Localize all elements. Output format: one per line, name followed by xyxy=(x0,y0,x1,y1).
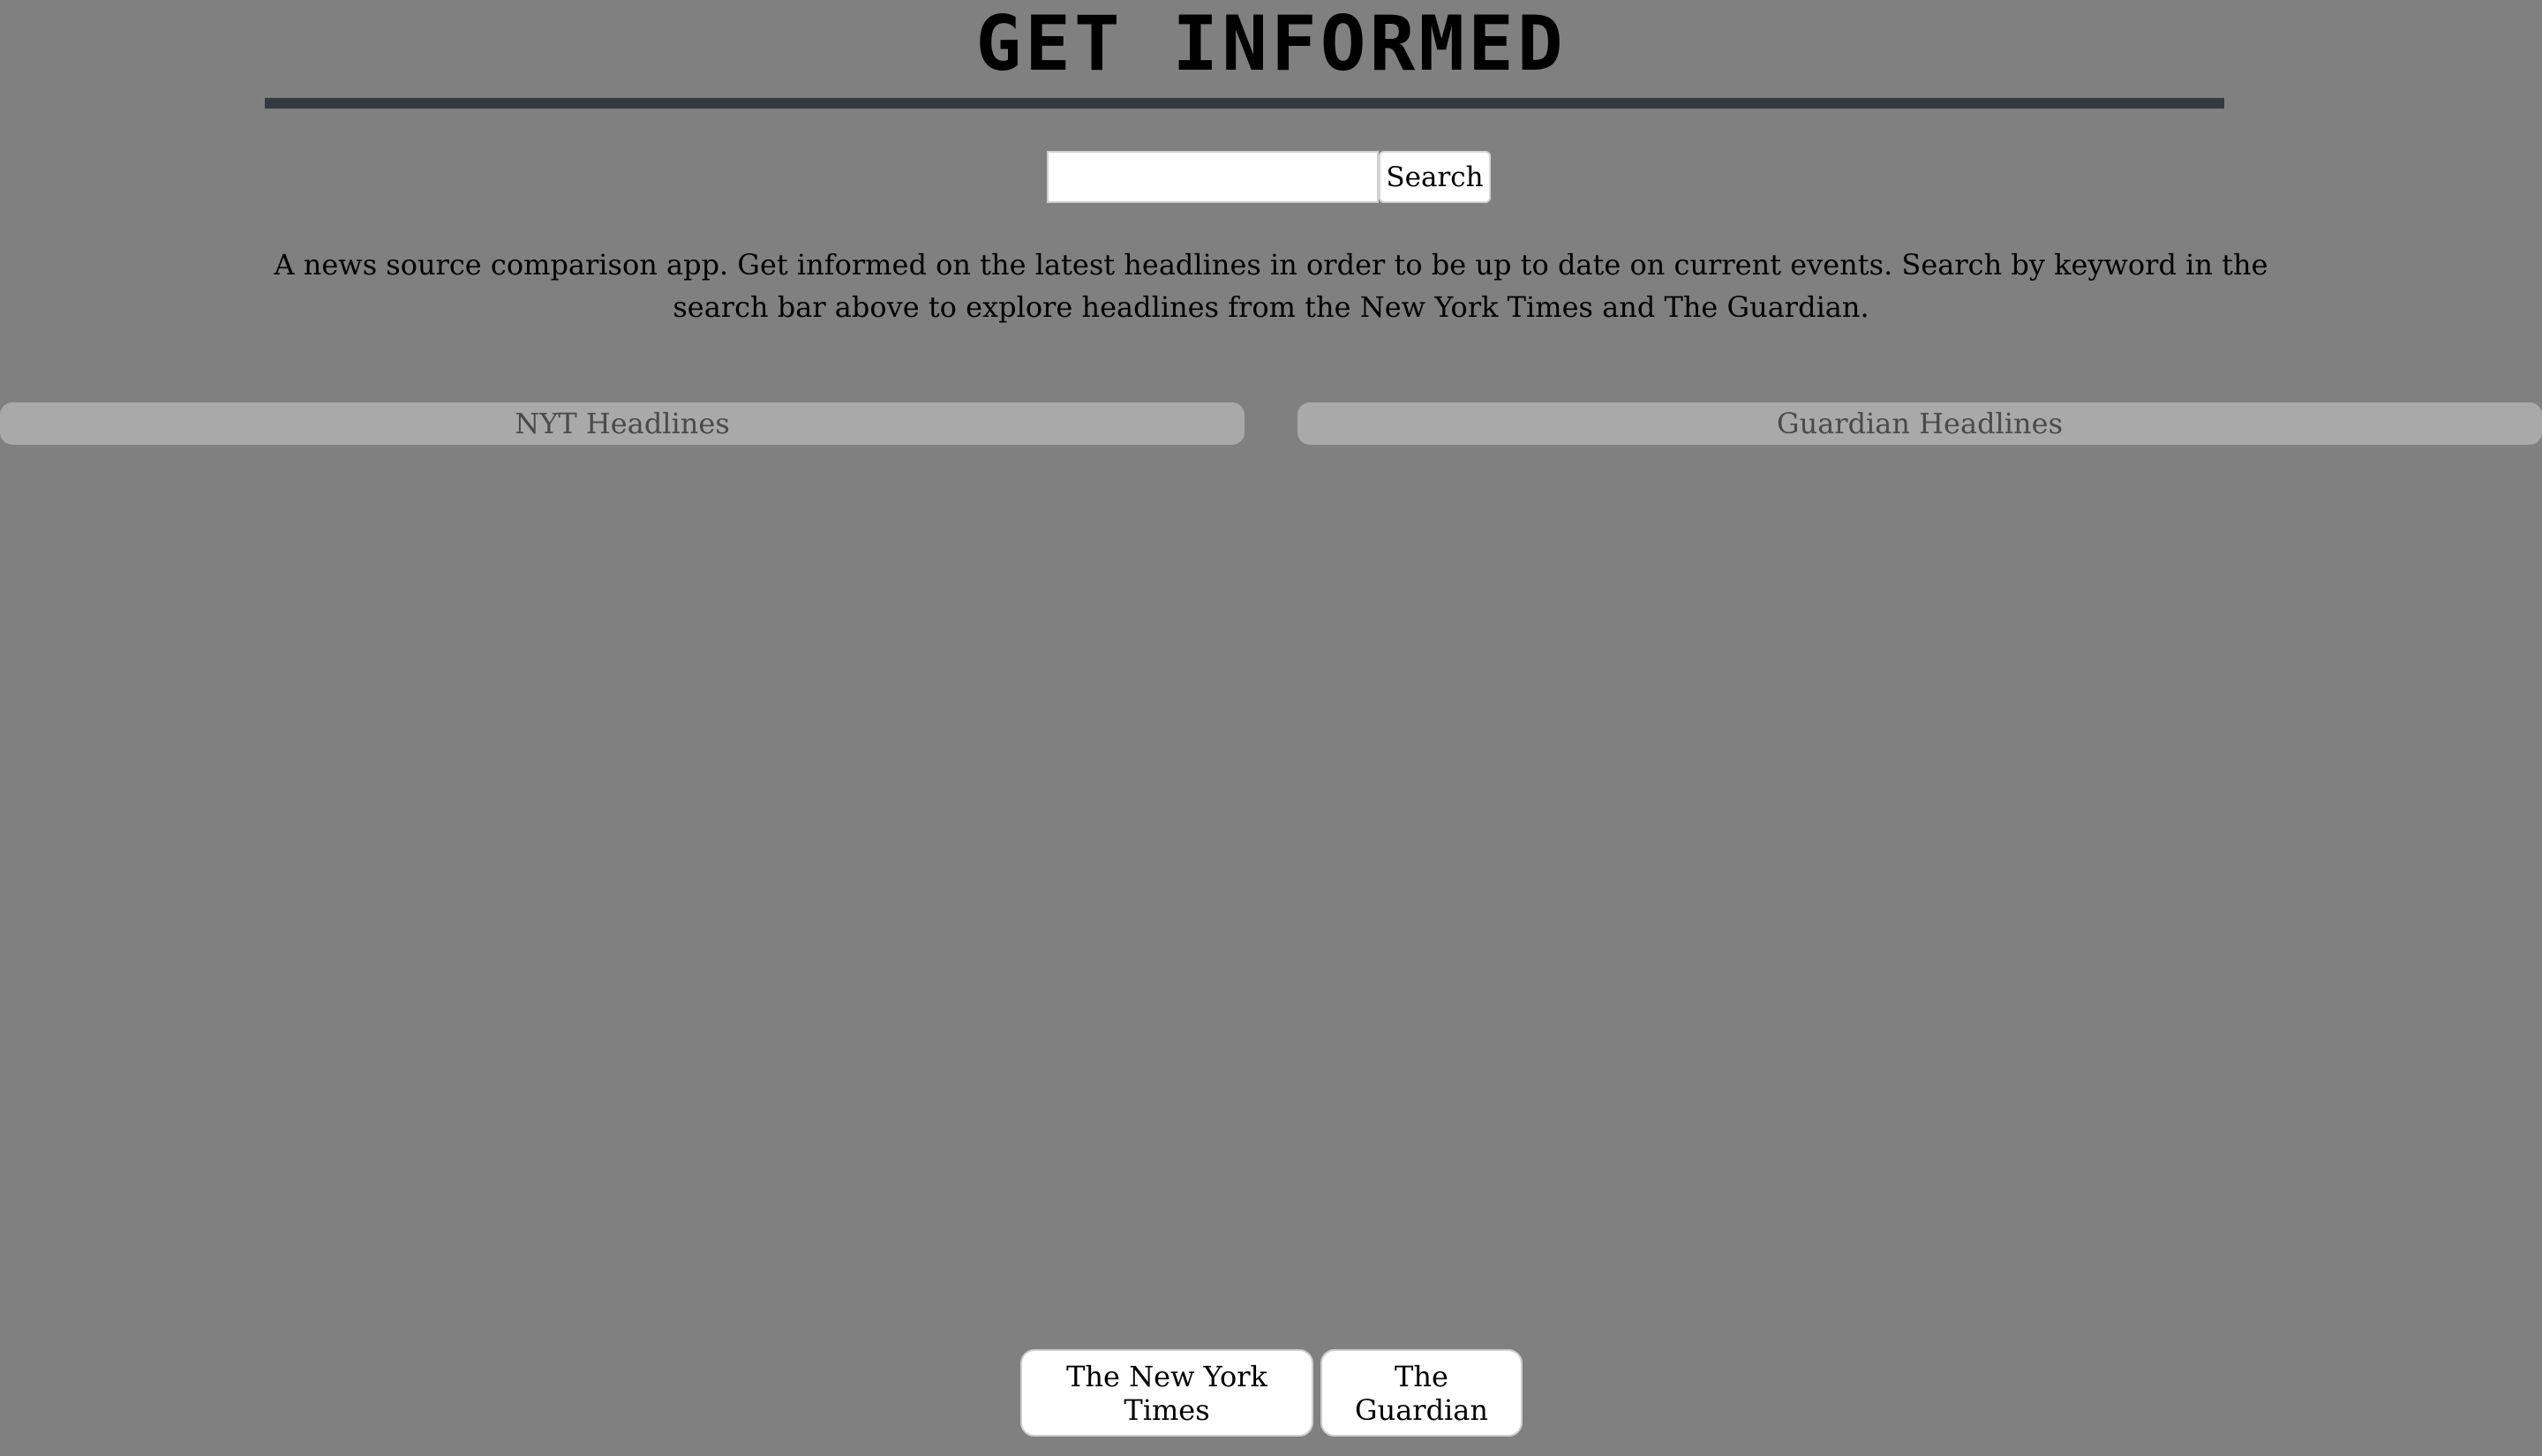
title-divider xyxy=(265,98,2224,109)
search-form: Search xyxy=(1047,151,1491,205)
nyt-source-button[interactable]: The New York Times xyxy=(1020,1349,1313,1437)
page-title: Get Informed xyxy=(975,0,1567,88)
source-buttons: The New York Times The Guardian xyxy=(1020,1349,1523,1437)
guardian-source-button[interactable]: The Guardian xyxy=(1320,1349,1523,1437)
app-description: A news source comparison app. Get inform… xyxy=(274,248,2268,324)
search-input[interactable] xyxy=(1047,151,1379,203)
nyt-headlines-header: NYT Headlines xyxy=(0,402,1245,445)
guardian-headlines-header: Guardian Headlines xyxy=(1297,402,2542,445)
search-button[interactable]: Search xyxy=(1379,151,1491,203)
